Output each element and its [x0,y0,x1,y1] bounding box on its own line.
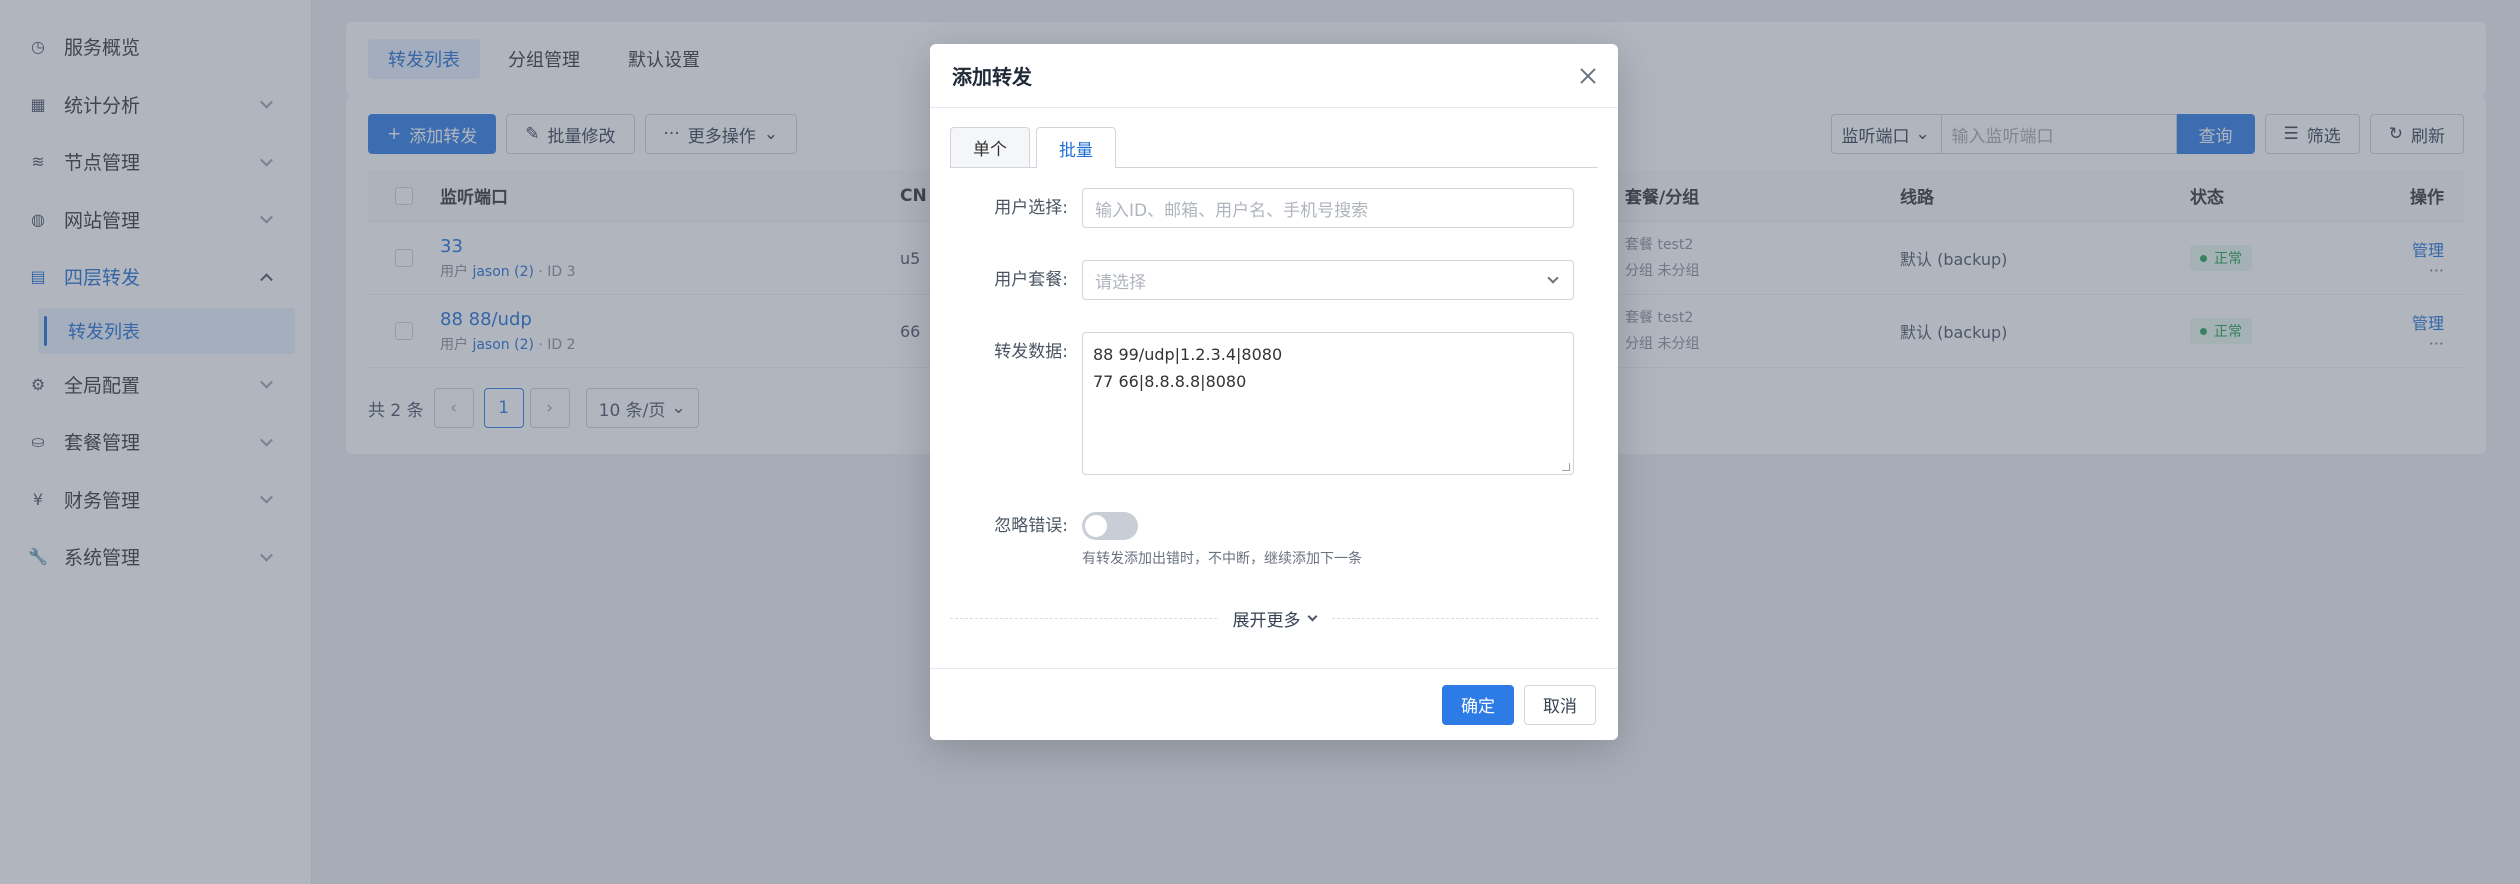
forward-data-row: 转发数据: 88 99/udp|1.2.3.4|8080 77 66|8.8.8… [950,332,1574,475]
expand-more-row: 展开更多 [950,606,1598,631]
forward-data-textarea[interactable]: 88 99/udp|1.2.3.4|8080 77 66|8.8.8.8|808… [1082,332,1574,475]
ignore-error-hint: 有转发添加出错时，不中断，继续添加下一条 [1082,551,1362,567]
cancel-button[interactable]: 取消 [1524,684,1596,725]
resize-handle[interactable] [1562,463,1570,471]
forward-data-value: 88 99/udp|1.2.3.4|8080 77 66|8.8.8.8|808… [1093,345,1283,391]
user-plan-placeholder: 请选择 [1095,272,1146,293]
expand-more-label: 展开更多 [1232,610,1301,631]
add-forward-modal: 添加转发 单个 批量 用户选择: 输入ID、邮箱、用户名、手机号搜索 用户套餐:… [930,44,1618,740]
user-plan-row: 用户套餐: 请选择 [950,260,1574,300]
user-plan-label: 用户套餐: [994,270,1068,290]
chevron-down-icon [1307,611,1317,621]
chevron-down-icon [1547,272,1559,284]
tab-batch[interactable]: 批量 [1036,127,1116,168]
user-plan-select[interactable]: 请选择 [1082,260,1574,300]
modal-tabs: 单个 批量 [950,127,1598,168]
confirm-button[interactable]: 确定 [1442,684,1514,725]
ignore-error-label: 忽略错误: [994,516,1068,536]
modal-footer: 确定 取消 [930,668,1618,740]
tab-single[interactable]: 单个 [950,127,1030,167]
expand-more-button[interactable]: 展开更多 [1217,606,1332,631]
ignore-error-row: 忽略错误: 有转发添加出错时，不中断，继续添加下一条 [950,506,1574,568]
user-search-input[interactable]: 输入ID、邮箱、用户名、手机号搜索 [1082,188,1574,228]
ignore-error-toggle[interactable] [1082,512,1138,540]
user-select-label: 用户选择: [994,198,1068,218]
modal-title: 添加转发 [930,44,1618,108]
user-select-row: 用户选择: 输入ID、邮箱、用户名、手机号搜索 [950,188,1574,228]
forward-data-label: 转发数据: [994,342,1068,362]
close-icon[interactable] [1576,64,1600,88]
